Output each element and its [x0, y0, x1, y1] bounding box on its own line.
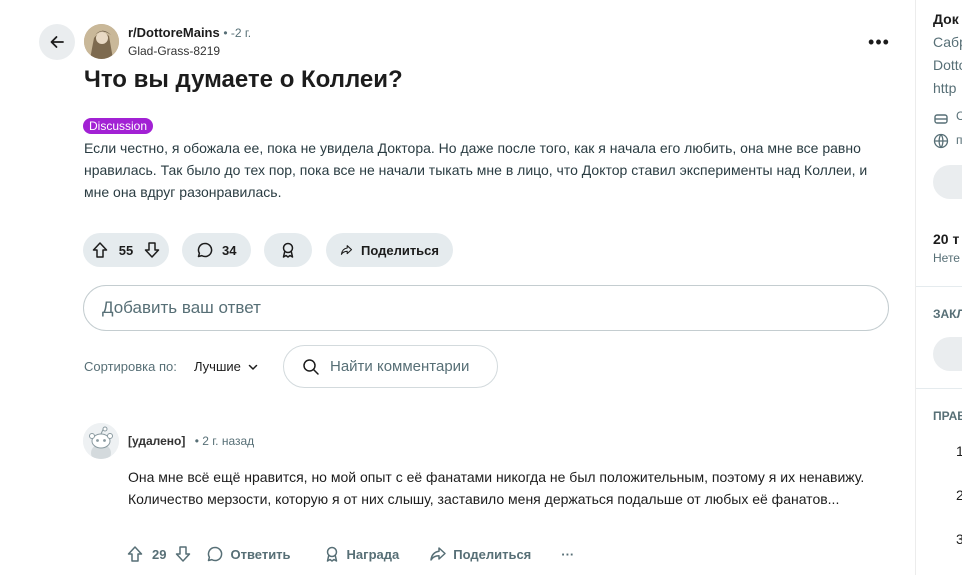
post-score: 55 — [118, 242, 134, 258]
comment-award-label: Награда — [346, 546, 400, 562]
comment-share-label: Поделиться — [453, 546, 532, 562]
comment-author: [удалено] — [128, 434, 186, 448]
search-comments-input[interactable]: Найти комментарии — [283, 345, 498, 388]
subreddit-avatar[interactable] — [84, 24, 119, 59]
sidebar-section-bookmarks: ЗАКЛ — [933, 307, 962, 321]
search-icon — [303, 358, 319, 375]
comments-count: 34 — [222, 242, 237, 258]
downvote-icon — [176, 546, 191, 562]
award-icon — [282, 242, 294, 258]
join-button[interactable] — [933, 165, 962, 199]
comment-more-button[interactable]: ··· — [561, 547, 574, 562]
rule-number-2[interactable]: 2 — [956, 487, 962, 503]
sidebar-desc-1: Сабр — [933, 34, 962, 50]
comment-icon — [197, 242, 213, 258]
award-icon — [326, 546, 337, 562]
cake-icon — [934, 114, 948, 124]
comment-share-button[interactable]: Поделиться — [429, 545, 531, 563]
comment-reply-label: Ответить — [230, 546, 291, 562]
reply-input[interactable]: Добавить ваш ответ — [83, 285, 889, 331]
back-button[interactable] — [39, 24, 75, 60]
subreddit-line: r/DottoreMains • -2 г. — [128, 25, 251, 40]
reply-placeholder: Добавить ваш ответ — [102, 298, 261, 317]
sidebar-members-sub: Нете — [933, 251, 960, 265]
comment-reply-button[interactable]: Ответить — [206, 545, 291, 563]
post-title: Что вы думаете о Коллеи? — [84, 66, 403, 93]
comment-icon — [208, 546, 223, 562]
globe-icon — [933, 133, 949, 149]
more-icon: ··· — [561, 546, 575, 562]
comment-header: [удалено] • 2 г. назад — [128, 434, 254, 448]
rule-number-1[interactable]: 1 — [956, 443, 962, 459]
share-icon — [340, 245, 353, 255]
sidebar-title: Док — [933, 11, 959, 27]
upvote-icon — [92, 242, 108, 258]
share-icon — [430, 547, 446, 561]
more-icon: ••• — [868, 31, 890, 52]
downvote-icon — [144, 242, 160, 258]
comment-award-button[interactable]: Награда — [323, 545, 400, 563]
award-button[interactable] — [264, 233, 312, 267]
sidebar-created: С — [956, 109, 962, 123]
comment-downvote-button[interactable] — [174, 545, 192, 563]
share-button[interactable]: Поделиться — [326, 233, 453, 267]
upvote-button[interactable] — [91, 241, 109, 259]
post-flair[interactable]: Discussion — [83, 118, 154, 134]
sidebar-section-rules: ПРАВ — [933, 409, 962, 423]
upvote-icon — [127, 546, 143, 562]
comment-avatar[interactable] — [83, 423, 119, 459]
comments-button[interactable]: 34 — [182, 233, 251, 267]
post-age: • -2 г. — [223, 26, 252, 40]
search-comments-placeholder: Найти комментарии — [330, 358, 470, 375]
share-label: Поделиться — [360, 242, 439, 258]
comment-score: 29 — [152, 546, 167, 562]
comment-time: • 2 г. назад — [194, 434, 255, 448]
vote-pill: 55 — [83, 233, 169, 267]
rule-number-3[interactable]: 3 — [956, 531, 962, 547]
back-arrow-icon — [50, 36, 64, 48]
comment-actions: 29 Ответить Награда Поделиться ··· — [126, 543, 574, 565]
sidebar-public: п — [956, 133, 962, 147]
snoo-avatar-icon — [83, 423, 119, 459]
comment-text: Она мне всё ещё нравится, но мой опыт с … — [128, 469, 865, 507]
post-more-button[interactable]: ••• — [864, 30, 894, 54]
downvote-button[interactable] — [143, 241, 161, 259]
post-page: r/DottoreMains • -2 г. Glad-Grass-8219 •… — [0, 0, 915, 575]
sidebar-divider — [916, 286, 962, 287]
sort-label: Сортировка по: — [84, 359, 177, 374]
sidebar-divider — [916, 388, 962, 389]
post-body: Если честно, я обожала ее, пока не увиде… — [84, 140, 868, 200]
subreddit-sidebar: Док Сабр Dotto http С п 20 т Нете ЗАКЛ П… — [915, 0, 962, 575]
sidebar-members: 20 т — [933, 231, 960, 247]
comment-upvote-button[interactable] — [126, 545, 144, 563]
sidebar-link[interactable]: http — [933, 80, 956, 96]
sidebar-desc-2: Dotto — [933, 57, 962, 73]
subreddit-name[interactable]: r/DottoreMains — [128, 25, 220, 40]
post-author[interactable]: Glad-Grass-8219 — [128, 44, 220, 58]
bookmark-pill[interactable] — [933, 337, 962, 371]
sort-value: Лучшие — [194, 359, 241, 374]
chevron-down-icon — [248, 364, 258, 370]
sort-dropdown[interactable]: Лучшие — [194, 359, 259, 374]
